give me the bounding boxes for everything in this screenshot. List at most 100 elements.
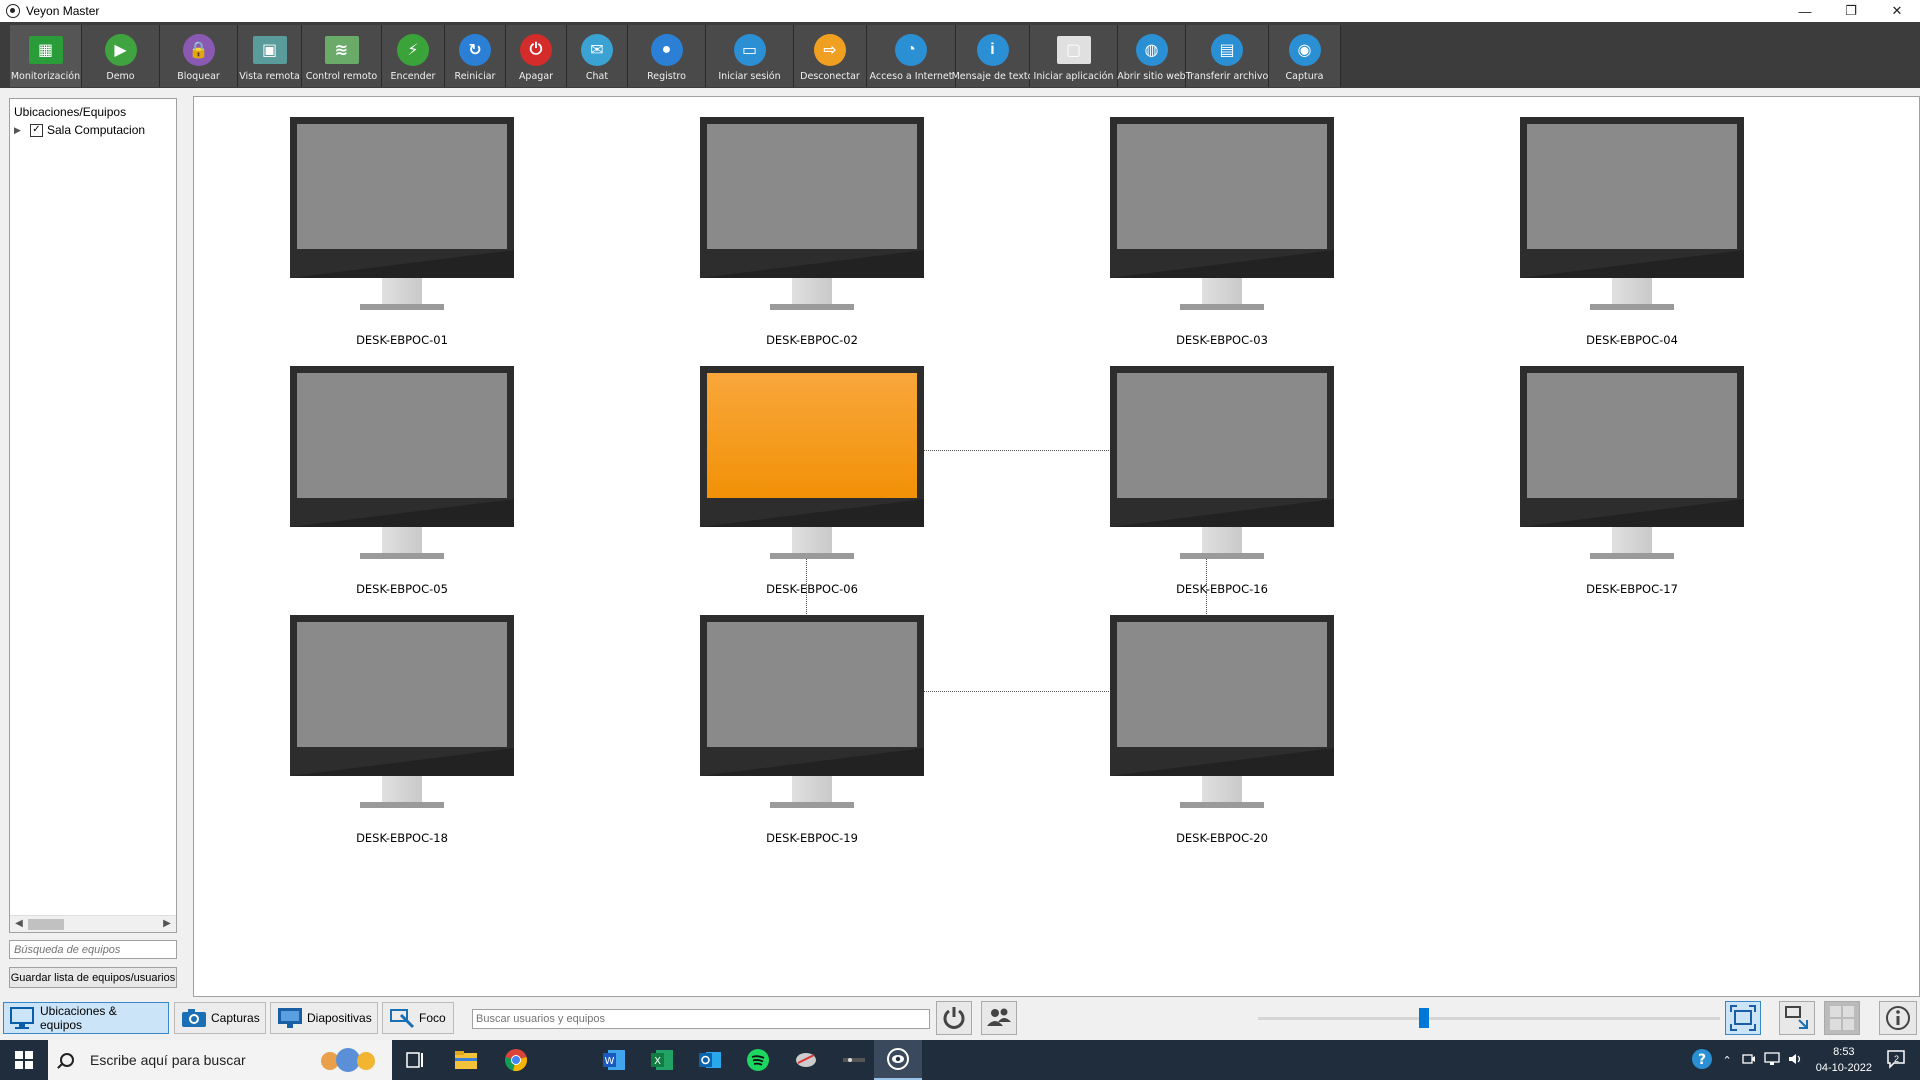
toolbar-button-chat[interactable]: ✉ Chat [567, 25, 628, 87]
toolbar-button-label: Registro [647, 71, 686, 82]
file-explorer-icon[interactable] [442, 1040, 490, 1080]
computer-name: DESK-EBPOC-04 [1586, 333, 1678, 347]
toolbar-button-text-message[interactable]: i Mensaje de texto [952, 25, 1033, 87]
notification-icon[interactable]: 2 [1886, 1049, 1906, 1072]
computer-tile[interactable]: DESK-EBPOC-02 [700, 117, 924, 353]
computer-search-input[interactable] [9, 940, 177, 959]
save-computer-list-button[interactable]: Guardar lista de equipos/usuarios [9, 967, 177, 988]
tree-item-sala-computacion[interactable]: ▶ ✓ Sala Computacion [14, 123, 145, 137]
close-button[interactable]: ✕ [1874, 0, 1920, 22]
word-icon[interactable]: W [590, 1040, 638, 1080]
tab-slides[interactable]: Diapositivas [270, 1002, 378, 1034]
toolbar-button-internet-access[interactable]: ◔ Acceso a Internet [867, 25, 956, 87]
monitor-base [360, 802, 444, 808]
zoom-slider-track[interactable] [1258, 1017, 1720, 1020]
toolbar-button-label: Mensaje de texto [951, 71, 1034, 82]
computer-tile[interactable]: DESK-EBPOC-03 [1110, 117, 1334, 353]
toolbar-button-start-app[interactable]: ▢ Iniciar aplicación [1030, 25, 1118, 87]
start-button[interactable] [0, 1040, 48, 1080]
monitor-icon [10, 1006, 36, 1030]
window-controls: — ❐ ✕ [1782, 0, 1920, 22]
toolbar-button-website[interactable]: ◍ Abrir sitio web [1117, 25, 1186, 87]
power-button[interactable] [936, 1001, 972, 1035]
chrome-icon[interactable] [492, 1040, 540, 1080]
clock-date: 04-10-2022 [1815, 1062, 1872, 1074]
task-view-icon[interactable] [392, 1040, 440, 1080]
horizontal-scrollbar[interactable]: ◀ ▶ [10, 915, 176, 932]
toolbar-button-logout[interactable]: ⇨ Desconectar [794, 25, 867, 87]
toolbar-button-file-transfer[interactable]: ▤ Transferir archivo [1186, 25, 1269, 87]
info-icon [1886, 1006, 1910, 1030]
zoom-slider-thumb[interactable] [1419, 1008, 1430, 1028]
computer-tile[interactable]: DESK-EBPOC-01 [290, 117, 514, 353]
chevron-up-icon[interactable]: ⌃ [1723, 1054, 1732, 1067]
spotify-icon[interactable] [734, 1040, 782, 1080]
tab-locations-computers[interactable]: Ubicaciones & equipos [3, 1002, 169, 1034]
camera-tray-icon[interactable] [1742, 1052, 1756, 1069]
monitor-base [1180, 802, 1264, 808]
minimize-button[interactable]: — [1782, 0, 1828, 22]
monitor-stand [792, 527, 832, 553]
monitor-stand [1202, 527, 1242, 553]
toolbar-button-remote-view[interactable]: ▣ Vista remota [238, 25, 302, 87]
computer-tile[interactable]: DESK-EBPOC-04 [1520, 117, 1744, 353]
monitor-stand [792, 278, 832, 304]
network-tool-icon[interactable] [830, 1040, 878, 1080]
snipping-tool-icon[interactable] [782, 1040, 830, 1080]
tab-captures[interactable]: Capturas [174, 1002, 266, 1034]
toolbar-button-reboot[interactable]: ↻ Reiniciar [445, 25, 506, 87]
monitor-screen [707, 622, 917, 747]
scroll-right-icon[interactable]: ▶ [160, 917, 174, 931]
computer-tile[interactable]: DESK-EBPOC-05 [290, 366, 514, 602]
toolbar-button-remote-control[interactable]: ≋ Control remoto [302, 25, 382, 87]
excel-icon[interactable]: X [638, 1040, 686, 1080]
toolbar-button-screen-record[interactable]: ● Registro [628, 25, 706, 87]
computer-tile[interactable]: DESK-EBPOC-19 [700, 615, 924, 851]
computer-tile[interactable]: DESK-EBPOC-20 [1110, 615, 1334, 851]
search-highlight-icon[interactable] [316, 1046, 386, 1077]
system-clock[interactable]: 8:53 04-10-2022 [1816, 1044, 1872, 1076]
toolbar-button-monitoring[interactable]: ▦ Monitorización [10, 25, 82, 87]
volume-icon[interactable] [1788, 1052, 1804, 1069]
toolbar-button-power-off[interactable]: ⏻ Apagar [506, 25, 567, 87]
toolbar-button-power-on[interactable]: ⚡ Encender [382, 25, 445, 87]
about-button[interactable] [1879, 1001, 1917, 1035]
toolbar-button-label: Acceso a Internet [869, 71, 953, 82]
scroll-thumb[interactable] [28, 919, 64, 930]
computer-tile[interactable]: DESK-EBPOC-17 [1520, 366, 1744, 602]
outlook-icon[interactable] [686, 1040, 734, 1080]
monitor-base [1180, 304, 1264, 310]
restore-button[interactable]: ❐ [1828, 0, 1874, 22]
toolbar-button-label: Reiniciar [454, 71, 496, 82]
computer-tile[interactable]: DESK-EBPOC-16 [1110, 366, 1334, 602]
user-computer-search-input[interactable] [472, 1009, 930, 1029]
tab-focus[interactable]: Foco [382, 1002, 454, 1034]
chevron-right-icon[interactable]: ▶ [14, 125, 24, 136]
network-icon[interactable] [1764, 1051, 1780, 1069]
scroll-left-icon[interactable]: ◀ [12, 917, 26, 931]
computer-tile[interactable]: DESK-EBPOC-06 [700, 366, 924, 602]
toolbar-button-label: Demo [106, 71, 135, 82]
monitor-screen [297, 622, 507, 747]
monitor-base [770, 553, 854, 559]
toolbar-button-label: Iniciar sesión [718, 71, 781, 82]
toolbar-button-login[interactable]: ▭ Iniciar sesión [706, 25, 794, 87]
users-button[interactable] [981, 1001, 1017, 1035]
veyon-taskbar-icon[interactable] [874, 1040, 922, 1080]
checkbox-checked-icon[interactable]: ✓ [30, 123, 43, 137]
toolbar-button-lock[interactable]: 🔒 Bloquear [160, 25, 238, 87]
toolbar-button-demo[interactable]: ▶ Demo [82, 25, 160, 87]
toolbar-button-screenshot[interactable]: ◉ Captura [1269, 25, 1341, 87]
grid-layout-button[interactable] [1824, 1001, 1860, 1035]
fit-to-window-button[interactable] [1725, 1001, 1761, 1035]
monitor-icon [700, 366, 924, 527]
help-icon[interactable]: ? [1691, 1048, 1713, 1073]
website-icon: ◍ [1135, 33, 1169, 67]
toolbar-button-label: Vista remota [239, 71, 300, 82]
monitor-screen [707, 373, 917, 498]
taskbar-search-box[interactable]: Escribe aquí para buscar [48, 1040, 392, 1080]
monitor-stand [1202, 278, 1242, 304]
computer-name: DESK-EBPOC-19 [766, 831, 858, 845]
computer-tile[interactable]: DESK-EBPOC-18 [290, 615, 514, 851]
auto-arrange-button[interactable] [1779, 1001, 1815, 1035]
